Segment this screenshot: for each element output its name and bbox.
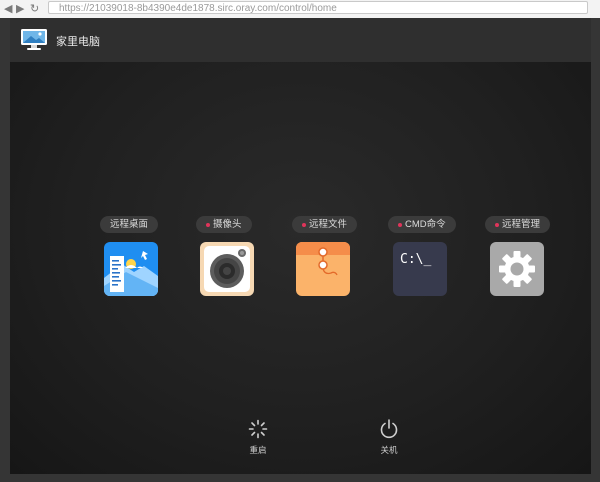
status-dot (302, 222, 306, 227)
power-icon (380, 419, 398, 439)
bottom-frame (0, 474, 600, 482)
cmd-icon[interactable]: C:\_ (393, 242, 447, 296)
app-label-pill[interactable]: 远程管理 (485, 216, 551, 233)
status-dot (495, 222, 499, 227)
restart-button[interactable]: 重启 (238, 419, 278, 456)
app-label: 远程文件 (309, 219, 348, 230)
computer-icon (21, 29, 47, 50)
reload-icon[interactable]: ↻ (30, 2, 39, 16)
left-frame (0, 18, 10, 482)
gear-icon[interactable] (490, 242, 544, 296)
remote-file-icon[interactable] (296, 242, 350, 296)
app-remote-desktop[interactable]: 远程桌面 (100, 216, 170, 298)
shutdown-label: 关机 (380, 445, 398, 455)
app-label: 远程管理 (502, 219, 541, 230)
browser-nav-icons: ◀ ▶ ↻ (4, 2, 44, 16)
app-label: CMD命令 (405, 219, 446, 230)
app-camera[interactable]: 摄像头 (196, 216, 266, 298)
cmd-prompt-text: C:\_ (400, 252, 432, 267)
browser-address-bar: ◀ ▶ ↻ https://21039018-8b4390e4de1878.si… (0, 0, 600, 19)
device-name: 家里电脑 (56, 36, 100, 48)
app-label-pill[interactable]: 摄像头 (196, 216, 252, 233)
back-icon[interactable]: ◀ (4, 2, 12, 16)
camera-icon[interactable] (200, 242, 254, 296)
app-label: 远程桌面 (110, 219, 149, 230)
status-dot (398, 222, 402, 227)
shutdown-button[interactable]: 关机 (369, 419, 409, 456)
url-field[interactable]: https://21039018-8b4390e4de1878.sirc.ora… (48, 1, 588, 14)
app-label-pill[interactable]: 远程文件 (292, 216, 358, 233)
forward-icon[interactable]: ▶ (16, 2, 24, 16)
app-remote-file[interactable]: 远程文件 (292, 216, 362, 298)
app-cmd[interactable]: CMD命令 C:\_ (388, 216, 458, 298)
remote-desktop-icon[interactable] (104, 242, 158, 296)
app-remote-management[interactable]: 远程管理 (485, 216, 555, 298)
app-label-pill[interactable]: 远程桌面 (100, 216, 159, 233)
app-header: 家里电脑 (10, 18, 591, 63)
status-dot (206, 222, 210, 227)
right-frame (591, 18, 600, 482)
app-label: 摄像头 (213, 219, 242, 230)
restart-label: 重启 (249, 445, 267, 455)
restart-icon (248, 419, 268, 439)
app-label-pill[interactable]: CMD命令 (388, 216, 456, 233)
